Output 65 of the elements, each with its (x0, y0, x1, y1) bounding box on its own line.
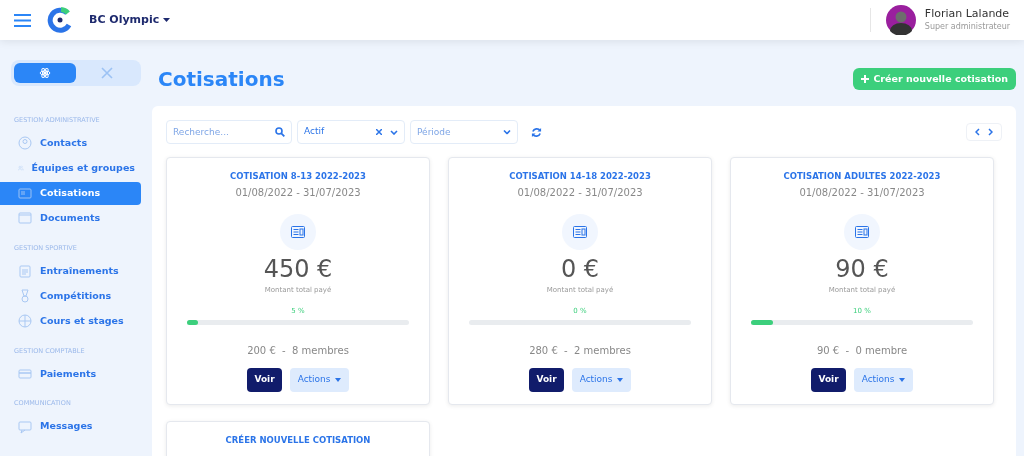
previous-button[interactable] (975, 128, 980, 136)
user-role: Super administrateur (924, 20, 1010, 33)
next-button[interactable] (988, 128, 993, 136)
page-title: Cotisations (158, 66, 285, 93)
caret-icon (163, 18, 171, 22)
ball-icon (18, 314, 32, 328)
logo-icon (47, 7, 73, 33)
create-button[interactable]: Créer nouvelle cotisation (853, 67, 1016, 91)
amount: 0 € (559, 255, 601, 283)
refresh-icon[interactable] (531, 126, 542, 138)
nav-item[interactable]: Équipes et groupes (0, 156, 141, 180)
date-range: 01/08/2022 - 31/07/2023 (798, 185, 926, 200)
card-title: COTISATION 14-18 2022-2023 (508, 170, 652, 183)
search-field[interactable]: Recherche... (166, 120, 292, 144)
card-title: COTISATION ADULTES 2022-2023 (782, 170, 942, 183)
nav-item[interactable]: Documents (0, 206, 141, 230)
chevron-down-icon (503, 129, 511, 135)
user-icon (18, 136, 32, 151)
caret-icon (616, 377, 623, 382)
nav-item[interactable]: Messages (0, 415, 141, 438)
summary: 90 € - 0 membre (815, 344, 909, 359)
card-icon (18, 186, 32, 201)
actions-button[interactable]: Actions (853, 368, 913, 392)
amount: 450 € (262, 255, 334, 283)
summary: 200 € - 8 membres (246, 344, 350, 359)
card-title: CRÉER NOUVELLE COTISATION (224, 433, 372, 447)
payment-icon (18, 366, 32, 381)
view-button[interactable]: Voir (529, 368, 564, 392)
nav-item[interactable]: Paiements (0, 362, 141, 386)
actions-button[interactable]: Actions (571, 368, 631, 392)
message-icon (18, 419, 32, 434)
actions-button[interactable]: Actions (289, 368, 349, 392)
menu-icon[interactable] (14, 13, 31, 27)
user-name: Florian Lalande (924, 7, 1010, 21)
chevron-down-icon (390, 129, 398, 135)
summary: 280 € - 2 membres (528, 344, 632, 359)
caret-icon (334, 377, 341, 382)
nav-item[interactable]: Cours et stages (0, 309, 141, 333)
search-icon[interactable] (275, 127, 285, 137)
clipboard-icon (18, 264, 32, 278)
medal-icon (18, 289, 32, 303)
amount: 90 € (834, 255, 890, 283)
caret-icon (898, 377, 905, 382)
id-card-icon (844, 213, 880, 250)
card-title: COTISATION 8-13 2022-2023 (229, 170, 367, 183)
view-button[interactable]: Voir (811, 368, 846, 392)
id-card-icon (562, 213, 598, 250)
nav-item[interactable]: Entraînements (0, 259, 141, 283)
clear-icon[interactable] (376, 129, 382, 135)
nav-item[interactable]: Compétitions (0, 284, 141, 308)
plus-icon (861, 75, 870, 83)
date-range: 01/08/2022 - 31/07/2023 (516, 185, 644, 200)
avatar-icon[interactable] (885, 5, 916, 35)
atom-icon (39, 67, 51, 79)
club-selector[interactable]: BC Olympic (89, 11, 171, 29)
nav-item[interactable]: Contacts (0, 131, 141, 155)
mode-tab[interactable] (14, 63, 76, 83)
date-range: 01/08/2022 - 31/07/2023 (234, 185, 362, 200)
view-button[interactable]: Voir (247, 368, 282, 392)
create-card[interactable]: CRÉER NOUVELLE COTISATION (166, 420, 430, 456)
status-select[interactable]: Actif (297, 120, 405, 144)
folder-icon (18, 211, 32, 226)
nav-item[interactable]: Cotisations (0, 181, 141, 205)
id-card-icon (280, 213, 316, 250)
period-select[interactable]: Période (410, 120, 518, 144)
